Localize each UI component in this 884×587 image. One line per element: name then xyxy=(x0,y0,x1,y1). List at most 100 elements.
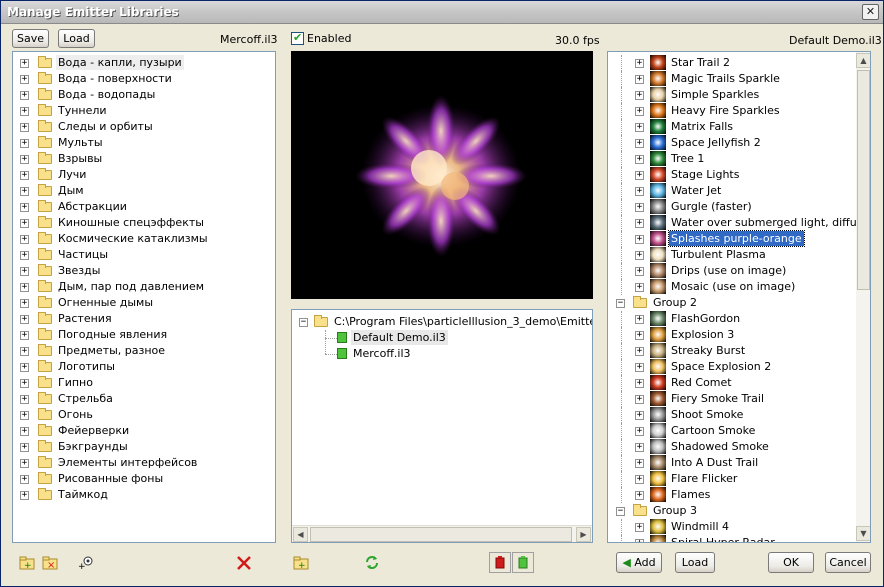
expand-icon[interactable]: + xyxy=(20,491,29,500)
left-tree-item[interactable]: + Киношные спецэффекты xyxy=(13,215,275,231)
expand-icon[interactable]: + xyxy=(20,363,29,372)
left-tree-item[interactable]: + Следы и орбиты xyxy=(13,119,275,135)
expand-icon[interactable]: + xyxy=(635,251,644,260)
expand-icon[interactable]: + xyxy=(20,203,29,212)
expand-icon[interactable]: + xyxy=(635,283,644,292)
expand-icon[interactable]: + xyxy=(635,315,644,324)
right-tree-item[interactable]: + Water over submerged light, diffuse xyxy=(608,215,856,231)
expand-icon[interactable]: + xyxy=(635,187,644,196)
expand-icon[interactable]: + xyxy=(635,235,644,244)
expand-icon[interactable]: + xyxy=(20,187,29,196)
expand-icon[interactable]: + xyxy=(635,411,644,420)
collapse-icon[interactable]: − xyxy=(299,318,308,327)
right-tree-item[interactable]: + Red Comet xyxy=(608,375,856,391)
expand-icon[interactable]: + xyxy=(20,331,29,340)
left-tree-item[interactable]: + Вода - поверхности xyxy=(13,71,275,87)
right-tree-item[interactable]: + Heavy Fire Sparkles xyxy=(608,103,856,119)
right-tree-item[interactable]: + Into A Dust Trail xyxy=(608,455,856,471)
expand-icon[interactable]: + xyxy=(635,59,644,68)
right-tree-item[interactable]: + Matrix Falls xyxy=(608,119,856,135)
close-button[interactable]: ✕ xyxy=(862,4,879,20)
expand-icon[interactable]: + xyxy=(20,171,29,180)
scroll-up-icon[interactable]: ▲ xyxy=(856,53,870,68)
enabled-checkbox[interactable]: ✔ xyxy=(291,31,304,45)
library-file-mercoff[interactable]: Mercoff.il3 xyxy=(351,346,413,361)
expand-icon[interactable]: + xyxy=(635,267,644,276)
expand-icon[interactable]: + xyxy=(20,91,29,100)
right-tree-item[interactable]: + Splashes purple-orange xyxy=(608,230,856,247)
expand-icon[interactable]: + xyxy=(20,155,29,164)
expand-icon[interactable]: + xyxy=(20,347,29,356)
left-tree-item[interactable]: + Дым xyxy=(13,183,275,199)
left-tree-item[interactable]: + Растения xyxy=(13,311,275,327)
expand-icon[interactable]: + xyxy=(635,75,644,84)
right-tree-item[interactable]: + Tree 1 xyxy=(608,151,856,167)
expand-icon[interactable]: + xyxy=(20,299,29,308)
right-tree-item[interactable]: + Explosion 3 xyxy=(608,327,856,343)
expand-icon[interactable]: + xyxy=(20,315,29,324)
left-tree-item[interactable]: + Элементы интерфейсов xyxy=(13,455,275,471)
expand-icon[interactable]: + xyxy=(635,155,644,164)
expand-icon[interactable]: + xyxy=(635,91,644,100)
left-tree-item[interactable]: + Фейерверки xyxy=(13,423,275,439)
left-tree-item[interactable]: + Предметы, разное xyxy=(13,343,275,359)
right-tree-item[interactable]: + Windmill 4 xyxy=(608,519,856,535)
add-library-folder-button[interactable]: + xyxy=(290,552,312,573)
delete-button[interactable] xyxy=(233,552,255,573)
left-tree-item[interactable]: + Взрывы xyxy=(13,151,275,167)
expand-icon[interactable]: + xyxy=(635,203,644,212)
expand-icon[interactable]: + xyxy=(20,427,29,436)
right-tree-item[interactable]: + Cartoon Smoke xyxy=(608,423,856,439)
left-tree-item[interactable]: + Туннели xyxy=(13,103,275,119)
right-tree-item[interactable]: + Star Trail 2 xyxy=(608,55,856,71)
right-tree-item[interactable]: + Shadowed Smoke xyxy=(608,439,856,455)
left-tree-item[interactable]: + Огненные дымы xyxy=(13,295,275,311)
expand-icon[interactable]: + xyxy=(20,235,29,244)
left-tree-item[interactable]: + Мульты xyxy=(13,135,275,151)
expand-icon[interactable]: + xyxy=(635,331,644,340)
left-tree-item[interactable]: + Частицы xyxy=(13,247,275,263)
right-tree-item[interactable]: + Flames xyxy=(608,487,856,503)
right-tree-item[interactable]: + Water Jet xyxy=(608,183,856,199)
expand-icon[interactable]: + xyxy=(20,75,29,84)
right-tree-item[interactable]: + Space Jellyfish 2 xyxy=(608,135,856,151)
expand-icon[interactable]: + xyxy=(20,379,29,388)
left-tree-item[interactable]: + Звезды xyxy=(13,263,275,279)
left-tree-item[interactable]: + Абстракции xyxy=(13,199,275,215)
folder-path[interactable]: C:\Program Files\particleIllusion_3_demo… xyxy=(332,314,592,329)
horizontal-scrollbar[interactable]: ◀ ▶ xyxy=(292,525,592,542)
expand-icon[interactable]: + xyxy=(20,443,29,452)
left-tree-item[interactable]: + Лучи xyxy=(13,167,275,183)
expand-icon[interactable]: + xyxy=(635,395,644,404)
add-button[interactable]: ◀ Add xyxy=(616,552,662,573)
expand-icon[interactable]: + xyxy=(20,475,29,484)
left-tree-item[interactable]: + Дым, пар под давлением xyxy=(13,279,275,295)
expand-icon[interactable]: + xyxy=(635,427,644,436)
expand-icon[interactable]: + xyxy=(635,459,644,468)
add-emitter-button[interactable]: + xyxy=(75,552,97,573)
left-load-button[interactable]: Load xyxy=(58,29,95,48)
expand-icon[interactable]: + xyxy=(635,347,644,356)
save-button[interactable]: Save xyxy=(12,29,49,48)
expand-icon[interactable]: + xyxy=(20,459,29,468)
expand-icon[interactable]: + xyxy=(20,123,29,132)
right-tree-item[interactable]: + Spiral Hyper Radar xyxy=(608,535,856,542)
right-tree-item[interactable]: + Magic Trails Sparkle xyxy=(608,71,856,87)
left-library-tree[interactable]: + Вода - капли, пузыри + Вода - поверхности… xyxy=(12,51,276,543)
expand-icon[interactable]: + xyxy=(20,411,29,420)
right-tree-item[interactable]: + Stage Lights xyxy=(608,167,856,183)
expand-icon[interactable]: + xyxy=(20,139,29,148)
right-tree-item[interactable]: + Turbulent Plasma xyxy=(608,247,856,263)
vertical-scrollbar[interactable]: ▲ ▼ xyxy=(856,52,870,542)
expand-icon[interactable]: + xyxy=(20,267,29,276)
expand-icon[interactable]: + xyxy=(635,171,644,180)
expand-icon[interactable]: + xyxy=(20,251,29,260)
collapse-icon[interactable]: − xyxy=(616,507,625,516)
left-tree-item[interactable]: + Логотипы xyxy=(13,359,275,375)
refresh-button[interactable] xyxy=(361,552,383,573)
right-tree-item[interactable]: + Drips (use on image) xyxy=(608,263,856,279)
expand-icon[interactable]: + xyxy=(635,523,644,532)
collapse-icon[interactable]: − xyxy=(616,299,625,308)
left-tree-item[interactable]: + Погодные явления xyxy=(13,327,275,343)
expand-icon[interactable]: + xyxy=(635,123,644,132)
